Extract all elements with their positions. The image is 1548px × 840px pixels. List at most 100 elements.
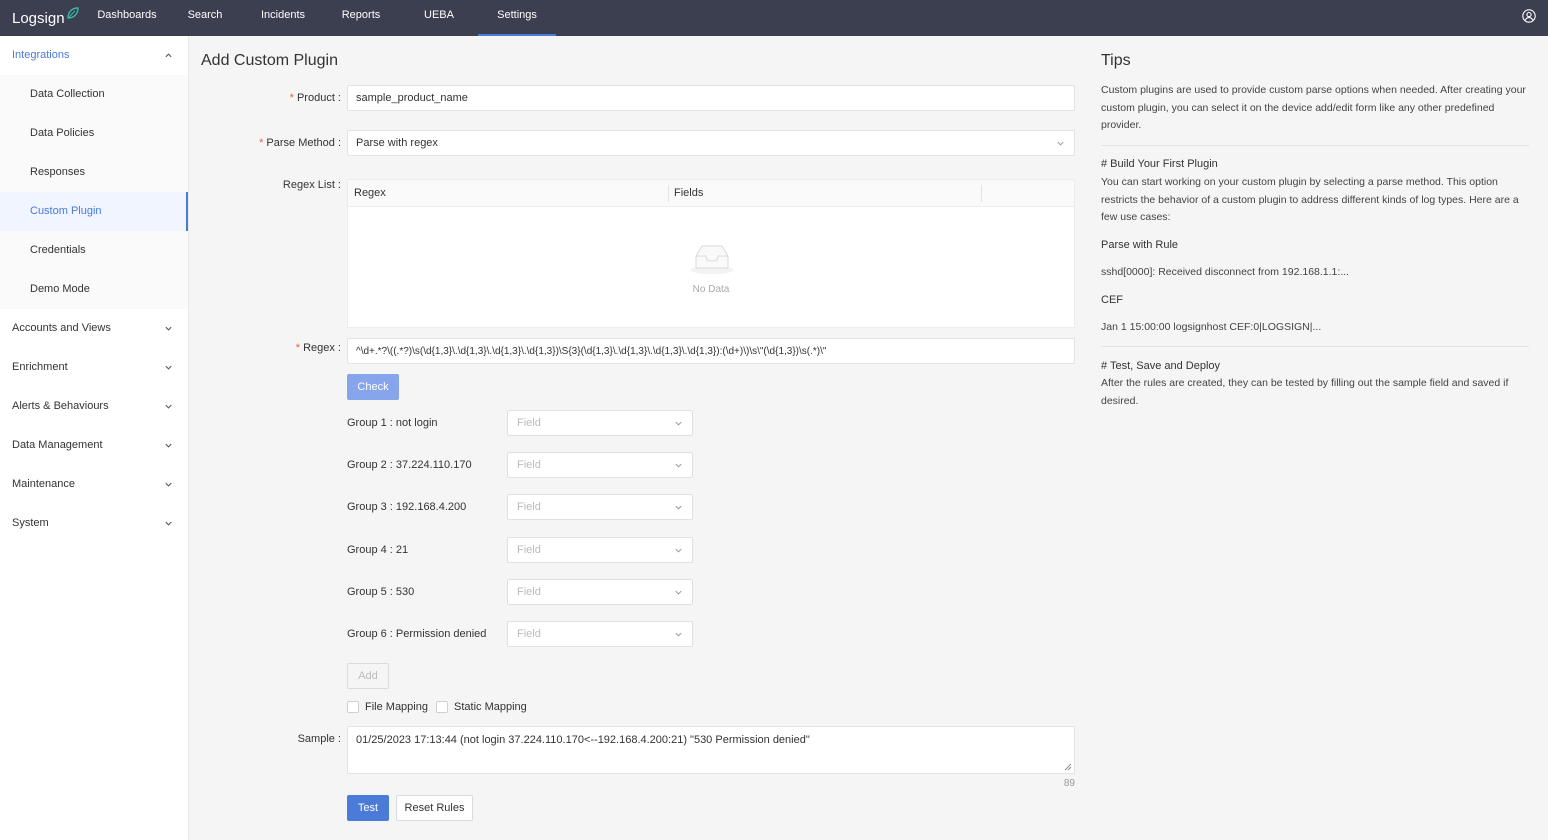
chevron-down-icon: [165, 482, 172, 487]
chevron-down-icon: [1057, 141, 1064, 146]
group-4-label: Group 4 : 21: [347, 544, 409, 556]
group-1-field-select[interactable]: Field: [507, 410, 693, 436]
regex-input[interactable]: ^\d+.*?\((.*?)\s(\d{1,3}\.\d{1,3}\.\d{1,…: [347, 338, 1075, 364]
group-3-field-select[interactable]: Field: [507, 494, 693, 520]
regex-list-label: Regex List :: [282, 179, 341, 191]
field-placeholder: Field: [517, 417, 541, 429]
sidebar-group-label: Data Management: [12, 439, 103, 451]
resize-handle-icon[interactable]: [1064, 763, 1072, 771]
sidebar-group-enrichment[interactable]: Enrichment: [0, 348, 188, 387]
field-placeholder: Field: [517, 501, 541, 513]
column-divider: [668, 185, 669, 202]
static-mapping-label: Static Mapping: [454, 701, 527, 713]
group-1-label: Group 1 : not login: [347, 417, 438, 429]
chevron-down-icon: [165, 365, 172, 370]
sidebar-group-label: Integrations: [12, 49, 70, 61]
chevron-down-icon: [675, 463, 682, 468]
column-divider: [981, 185, 982, 202]
column-header-regex: Regex: [354, 187, 386, 199]
regex-label-text: Regex :: [303, 342, 341, 354]
main-content: Add Custom Plugin * Product : sample_pro…: [189, 36, 1548, 840]
sidebar-group-label: Alerts & Behaviours: [12, 400, 109, 412]
divider: [1101, 346, 1529, 347]
field-placeholder: Field: [517, 628, 541, 640]
checkbox-box[interactable]: [347, 701, 359, 713]
group-3-label: Group 3 : 192.168.4.200: [347, 501, 467, 513]
nav-tab-dashboards[interactable]: Dashboards: [91, 0, 163, 36]
chevron-down-icon: [165, 521, 172, 526]
group-2-field-select[interactable]: Field: [507, 452, 693, 478]
chevron-down-icon: [675, 590, 682, 595]
nav-tab-ueba[interactable]: UEBA: [414, 0, 464, 36]
sidebar-group-maintenance[interactable]: Maintenance: [0, 465, 188, 504]
brand-name: Logsign: [12, 9, 65, 27]
file-mapping-checkbox[interactable]: File Mapping: [347, 701, 428, 713]
sidebar-item-responses[interactable]: Responses: [0, 153, 188, 192]
sidebar-item-custom-plugin[interactable]: Custom Plugin: [0, 192, 188, 231]
integrations-submenu: Data Collection Data Policies Responses …: [0, 75, 188, 309]
logsign-logo[interactable]: Logsign: [12, 6, 80, 30]
divider: [1101, 145, 1529, 146]
product-label-text: Product :: [296, 92, 341, 104]
chevron-down-icon: [675, 632, 682, 637]
build-plugin-text: You can start working on your custom plu…: [1101, 176, 1519, 223]
column-header-fields: Fields: [674, 187, 704, 199]
field-placeholder: Field: [517, 544, 541, 556]
chevron-up-icon: [165, 53, 172, 58]
sidebar-group-integrations[interactable]: Integrations: [0, 36, 188, 75]
parse-method-value: Parse with regex: [356, 137, 438, 149]
field-placeholder: Field: [517, 586, 541, 598]
regex-list-table: Regex Fields No Data: [347, 179, 1075, 328]
sidebar-item-demo-mode[interactable]: Demo Mode: [0, 270, 188, 309]
group-2-label: Group 2 : 37.224.110.170: [347, 459, 472, 471]
leaf-logo-icon: [66, 7, 79, 19]
test-button[interactable]: Test: [347, 795, 389, 821]
no-data-text: No Data: [692, 284, 730, 295]
parse-method-select[interactable]: Parse with regex: [347, 130, 1075, 156]
required-mark: *: [259, 137, 264, 149]
sample-textarea[interactable]: 01/25/2023 17:13:44 (not login 37.224.11…: [347, 726, 1075, 774]
sidebar-group-alerts-behaviours[interactable]: Alerts & Behaviours: [0, 387, 188, 426]
sidebar-group-system[interactable]: System: [0, 504, 188, 543]
product-input-value: sample_product_name: [356, 92, 468, 104]
parse-with-rule-heading: Parse with Rule: [1101, 239, 1179, 251]
product-input[interactable]: sample_product_name: [347, 85, 1075, 111]
check-button[interactable]: Check: [347, 374, 399, 400]
nav-tab-search[interactable]: Search: [180, 0, 230, 36]
group-4-field-select[interactable]: Field: [507, 537, 693, 563]
user-account-icon[interactable]: [1522, 9, 1536, 23]
cef-example: Jan 1 15:00:00 logsignhost CEF:0|LOGSIGN…: [1101, 321, 1322, 333]
static-mapping-checkbox[interactable]: Static Mapping: [436, 701, 527, 713]
cef-heading: CEF: [1101, 294, 1123, 306]
add-button[interactable]: Add: [347, 663, 389, 689]
parse-method-label: * Parse Method :: [191, 137, 341, 149]
file-mapping-label: File Mapping: [365, 701, 428, 713]
group-6-label: Group 6 : Permission denied: [347, 628, 487, 640]
chevron-down-icon: [675, 505, 682, 510]
checkbox-box[interactable]: [436, 701, 448, 713]
parse-method-label-text: Parse Method :: [266, 137, 341, 149]
group-6-field-select[interactable]: Field: [507, 621, 693, 647]
field-placeholder: Field: [517, 459, 541, 471]
chevron-down-icon: [675, 421, 682, 426]
sample-value: 01/25/2023 17:13:44 (not login 37.224.11…: [356, 734, 810, 746]
group-5-field-select[interactable]: Field: [507, 579, 693, 605]
sidebar-group-data-management[interactable]: Data Management: [0, 426, 188, 465]
sidebar-group-label: Maintenance: [12, 478, 75, 490]
sidebar-group-accounts-and-views[interactable]: Accounts and Views: [0, 309, 188, 348]
sidebar-item-data-policies[interactable]: Data Policies: [0, 114, 188, 153]
test-save-deploy-text: After the rules are created, they can be…: [1101, 377, 1509, 407]
parse-with-rule-example: sshd[0000]: Received disconnect from 192…: [1101, 266, 1350, 278]
chevron-down-icon: [165, 443, 172, 448]
sidebar-item-credentials[interactable]: Credentials: [0, 231, 188, 270]
group-5-label: Group 5 : 530: [347, 586, 415, 598]
reset-rules-button[interactable]: Reset Rules: [396, 795, 473, 821]
nav-tab-incidents[interactable]: Incidents: [252, 0, 314, 36]
sidebar-group-label: System: [12, 517, 49, 529]
sidebar-item-data-collection[interactable]: Data Collection: [0, 75, 188, 114]
regex-label: * Regex :: [191, 342, 341, 354]
sample-label: Sample :: [297, 733, 341, 745]
settings-sidebar: Integrations Data Collection Data Polici…: [0, 36, 189, 840]
nav-tab-settings[interactable]: Settings: [478, 0, 556, 36]
nav-tab-reports[interactable]: Reports: [333, 0, 389, 36]
